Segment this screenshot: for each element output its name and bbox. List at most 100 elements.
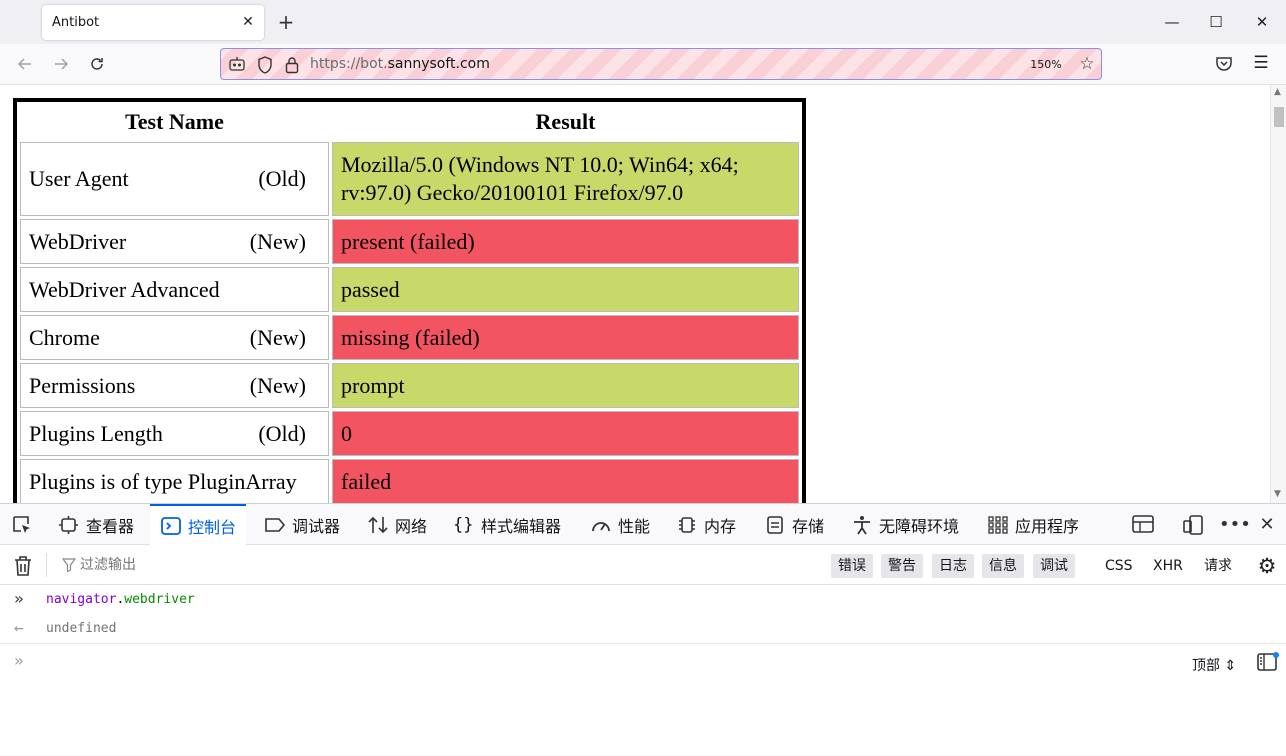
filter-requests-button[interactable]: 请求 bbox=[1204, 554, 1232, 578]
new-tab-button[interactable]: + bbox=[276, 10, 296, 34]
test-name: WebDriver bbox=[29, 228, 127, 254]
tab-inspector-label: 查看器 bbox=[86, 516, 135, 536]
console-command[interactable]: navigator.webdriver bbox=[46, 592, 195, 607]
tab-storage[interactable]: 存储 bbox=[764, 504, 824, 545]
hamburger-menu-icon[interactable]: ☰ bbox=[1250, 52, 1272, 74]
result-arrow-icon: ← bbox=[14, 618, 24, 637]
pocket-icon[interactable] bbox=[1214, 54, 1234, 74]
tab-console[interactable]: 控制台 bbox=[150, 504, 247, 545]
header-result: Result bbox=[535, 109, 596, 134]
test-name: Plugins Length bbox=[29, 420, 163, 446]
filter-debug-button[interactable]: 调试 bbox=[1033, 554, 1075, 578]
console-result-value: undefined bbox=[46, 621, 117, 636]
trash-icon[interactable] bbox=[13, 555, 33, 577]
page-scrollbar[interactable]: ▲ ▼ bbox=[1270, 85, 1286, 503]
braces-icon: {} bbox=[453, 514, 474, 535]
forward-button[interactable] bbox=[48, 51, 74, 77]
tab-title: Antibot bbox=[52, 15, 100, 30]
table-row: WebDriver Advanced passed bbox=[20, 267, 799, 312]
browser-tab[interactable]: Antibot ✕ bbox=[42, 5, 264, 40]
test-tag: (New) bbox=[249, 228, 306, 254]
tab-network[interactable]: 网络 bbox=[367, 504, 427, 545]
reload-button[interactable] bbox=[84, 51, 110, 77]
maximize-button[interactable]: ☐ bbox=[1201, 8, 1231, 36]
close-window-button[interactable]: ✕ bbox=[1247, 8, 1277, 36]
filter-css-button[interactable]: CSS bbox=[1105, 554, 1133, 578]
tab-accessibility[interactable]: 无障碍环境 bbox=[851, 504, 959, 545]
tab-network-label: 网络 bbox=[395, 516, 428, 536]
tab-performance[interactable]: 性能 bbox=[590, 504, 650, 545]
console-input-line: » navigator.webdriver bbox=[0, 585, 1286, 614]
gear-icon[interactable]: ⚙ bbox=[1255, 554, 1279, 578]
filter-logs-button[interactable]: 日志 bbox=[932, 554, 974, 578]
result-cell: missing (failed) bbox=[332, 315, 799, 360]
scrollbar-thumb[interactable] bbox=[1274, 107, 1284, 127]
memory-chip-icon bbox=[679, 516, 695, 533]
context-selector[interactable]: 顶部 ⇕ bbox=[1192, 655, 1236, 675]
filter-info-button[interactable]: 信息 bbox=[982, 554, 1024, 578]
navigation-toolbar: https://bot.sannysoft.com 150% ☆ ☰ bbox=[0, 44, 1286, 85]
tab-console-label: 控制台 bbox=[188, 517, 237, 537]
element-picker-icon[interactable] bbox=[11, 514, 33, 536]
result-cell: Mozilla/5.0 (Windows NT 10.0; Win64; x64… bbox=[332, 142, 799, 216]
remote-control-robot-icon bbox=[229, 57, 245, 71]
tab-memory[interactable]: 内存 bbox=[676, 504, 736, 545]
shield-icon[interactable] bbox=[257, 56, 273, 74]
split-console-icon[interactable] bbox=[1132, 514, 1154, 536]
test-name: Chrome bbox=[29, 324, 100, 350]
close-devtools-icon[interactable]: ✕ bbox=[1256, 514, 1278, 536]
network-icon bbox=[368, 516, 388, 533]
lock-icon[interactable] bbox=[285, 56, 299, 74]
more-options-icon[interactable]: ••• bbox=[1219, 514, 1251, 536]
scroll-up-icon[interactable]: ▲ bbox=[1274, 87, 1281, 97]
sidebar-toggle-icon[interactable] bbox=[1257, 652, 1279, 672]
test-name-cell: Permissions (New) bbox=[20, 363, 329, 408]
url-scheme: https://bot. bbox=[310, 56, 388, 72]
back-button[interactable] bbox=[12, 51, 38, 77]
table-row: Plugins Length (Old) 0 bbox=[20, 411, 799, 456]
table-row: User Agent (Old) Mozilla/5.0 (Windows NT … bbox=[20, 142, 799, 216]
test-name-cell: Chrome (New) bbox=[20, 315, 329, 360]
storage-icon bbox=[767, 515, 783, 534]
console-output: » navigator.webdriver ← undefined » 顶部 ⇕ bbox=[0, 585, 1286, 756]
tab-application[interactable]: 应用程序 bbox=[987, 504, 1079, 545]
table-row: Plugins is of type PluginArray failed bbox=[20, 459, 799, 503]
table-row: WebDriver (New) present (failed) bbox=[20, 219, 799, 264]
prompt-chevron-icon: » bbox=[14, 651, 24, 670]
console-icon bbox=[161, 516, 181, 535]
minimize-button[interactable]: — bbox=[1157, 8, 1187, 36]
tab-accessibility-label: 无障碍环境 bbox=[879, 516, 960, 536]
filter-xhr-button[interactable]: XHR bbox=[1153, 554, 1183, 578]
zoom-level-badge[interactable]: 150% bbox=[1025, 55, 1067, 75]
result-cell: failed bbox=[332, 459, 799, 503]
tab-debugger[interactable]: 调试器 bbox=[264, 504, 340, 545]
test-tag: (Old) bbox=[258, 166, 306, 191]
filter-warnings-button[interactable]: 警告 bbox=[881, 554, 923, 578]
debugger-icon bbox=[265, 517, 286, 532]
tab-debugger-label: 调试器 bbox=[292, 516, 341, 536]
devtools-panel: 查看器 控制台 调试器 网络 {} 样式编辑器 性能 内存 存储 无障碍环境 应… bbox=[0, 503, 1286, 755]
page-viewport: Test Name Result User Agent (Old) Mozilla… bbox=[0, 85, 1270, 503]
console-prompt-line[interactable]: » bbox=[0, 647, 1286, 676]
table-header-row: Test Name Result bbox=[20, 105, 799, 139]
responsive-design-icon[interactable] bbox=[1182, 514, 1204, 536]
accessibility-icon bbox=[854, 515, 870, 534]
bookmark-star-icon[interactable]: ☆ bbox=[1077, 54, 1097, 74]
command-property: webdriver bbox=[124, 592, 195, 607]
console-result-line: ← undefined bbox=[0, 614, 1286, 644]
antibot-results-table: Test Name Result User Agent (Old) Mozilla… bbox=[13, 98, 806, 503]
filter-errors-button[interactable]: 错误 bbox=[831, 554, 873, 578]
filter-output-input[interactable] bbox=[60, 554, 820, 576]
back-arrow-icon bbox=[17, 58, 31, 70]
tab-style-editor[interactable]: {} 样式编辑器 bbox=[453, 504, 561, 545]
tab-close-icon[interactable]: ✕ bbox=[240, 13, 256, 31]
tab-application-label: 应用程序 bbox=[1015, 516, 1080, 536]
test-tag: (New) bbox=[249, 372, 306, 398]
result-cell: present (failed) bbox=[332, 219, 799, 264]
test-tag: (Old) bbox=[258, 420, 306, 446]
url-bar[interactable]: https://bot.sannysoft.com 150% ☆ bbox=[220, 48, 1102, 80]
result-cell: passed bbox=[332, 267, 799, 312]
tab-inspector[interactable]: 查看器 bbox=[58, 504, 134, 545]
url-text[interactable]: https://bot.sannysoft.com bbox=[310, 56, 490, 72]
scroll-down-icon[interactable]: ▼ bbox=[1274, 489, 1281, 499]
